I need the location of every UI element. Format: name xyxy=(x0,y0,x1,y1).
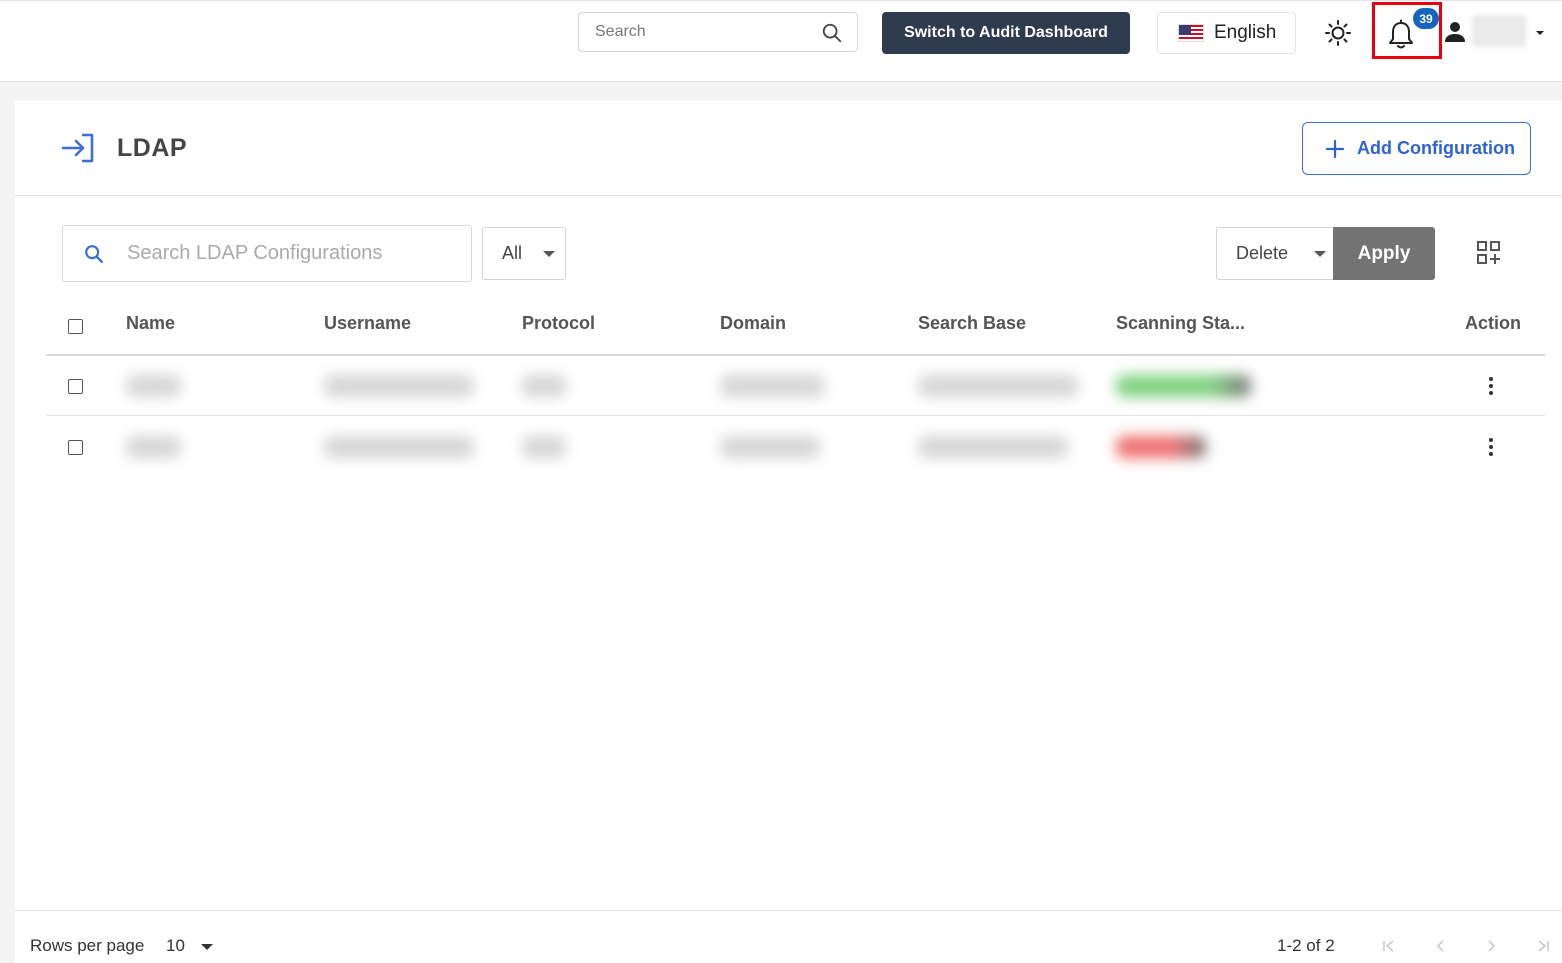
ldap-search-input[interactable] xyxy=(127,226,457,281)
row-scanning-status-redacted xyxy=(1116,375,1251,397)
search-icon[interactable] xyxy=(821,22,843,44)
search-icon xyxy=(85,245,103,263)
user-avatar-icon[interactable] xyxy=(1443,20,1467,44)
row-protocol-redacted xyxy=(522,436,566,458)
row-checkbox[interactable] xyxy=(68,440,83,455)
global-search[interactable] xyxy=(578,12,858,52)
pagination-footer: Rows per page 10 1-2 of 2 xyxy=(15,910,1562,963)
login-icon xyxy=(61,133,94,163)
row-search-base-redacted xyxy=(918,375,1078,397)
ldap-panel: LDAP Add Configuration All Delete Apply xyxy=(15,101,1562,963)
row-name-redacted xyxy=(126,436,181,458)
pagination-range: 1-2 of 2 xyxy=(1277,936,1335,955)
row-domain-redacted xyxy=(720,436,820,458)
column-header-action: Action xyxy=(1465,313,1521,333)
bulk-action-value: Delete xyxy=(1236,243,1289,263)
column-header-scanning-status[interactable]: Scanning Sta... xyxy=(1116,313,1245,334)
add-configuration-label: Add Configuration xyxy=(1357,138,1515,158)
sun-icon[interactable] xyxy=(1324,19,1352,47)
page-header: LDAP Add Configuration xyxy=(15,101,1562,196)
add-configuration-button[interactable]: Add Configuration xyxy=(1302,122,1531,175)
status-filter-value: All xyxy=(502,243,523,263)
column-header-search-base[interactable]: Search Base xyxy=(918,313,1026,334)
rows-per-page-label: Rows per page xyxy=(30,936,145,955)
caret-down-icon[interactable] xyxy=(201,944,213,950)
us-flag-icon xyxy=(1178,24,1204,42)
language-label: English xyxy=(1214,22,1277,43)
row-domain-redacted xyxy=(720,375,825,397)
add-widget-icon[interactable] xyxy=(1476,240,1502,266)
table-row[interactable] xyxy=(46,417,1545,477)
row-name-redacted xyxy=(126,375,181,397)
row-search-base-redacted xyxy=(918,436,1068,458)
row-checkbox[interactable] xyxy=(68,379,83,394)
column-header-name[interactable]: Name xyxy=(126,313,175,334)
language-selector[interactable]: English xyxy=(1157,12,1296,54)
select-all-checkbox[interactable] xyxy=(68,319,83,334)
caret-down-icon xyxy=(543,251,555,257)
apply-button[interactable]: Apply xyxy=(1333,227,1435,280)
global-search-input[interactable] xyxy=(579,13,809,51)
more-actions-icon[interactable] xyxy=(1486,376,1496,396)
row-username-redacted xyxy=(324,375,474,397)
previous-page-icon[interactable] xyxy=(1433,938,1449,954)
page-title: LDAP xyxy=(117,134,188,162)
chevron-down-icon[interactable] xyxy=(1535,28,1545,38)
more-actions-icon[interactable] xyxy=(1486,437,1496,457)
first-page-icon[interactable] xyxy=(1381,938,1397,954)
column-header-protocol[interactable]: Protocol xyxy=(522,313,595,334)
table-row[interactable] xyxy=(46,356,1545,416)
row-protocol-redacted xyxy=(522,375,566,397)
column-header-username[interactable]: Username xyxy=(324,313,411,334)
bell-icon xyxy=(1389,19,1413,49)
status-filter-select[interactable]: All xyxy=(482,227,566,280)
plus-icon xyxy=(1325,139,1345,158)
ldap-search[interactable] xyxy=(62,225,472,282)
column-header-domain[interactable]: Domain xyxy=(720,313,786,334)
notification-count-badge: 39 xyxy=(1413,8,1439,29)
top-bar: Switch to Audit Dashboard English xyxy=(0,0,1562,82)
bulk-action-select[interactable]: Delete xyxy=(1216,227,1334,280)
notifications-button[interactable]: 39 xyxy=(1372,2,1442,59)
last-page-icon[interactable] xyxy=(1535,938,1551,954)
user-name[interactable] xyxy=(1472,15,1526,47)
caret-down-icon xyxy=(1314,251,1326,257)
row-scanning-status-redacted xyxy=(1116,436,1206,458)
rows-per-page-select[interactable]: 10 xyxy=(166,936,185,956)
table-header: Name Username Protocol Domain Search Bas… xyxy=(46,297,1545,356)
row-username-redacted xyxy=(324,436,474,458)
switch-audit-dashboard-button[interactable]: Switch to Audit Dashboard xyxy=(882,12,1130,54)
next-page-icon[interactable] xyxy=(1483,938,1499,954)
